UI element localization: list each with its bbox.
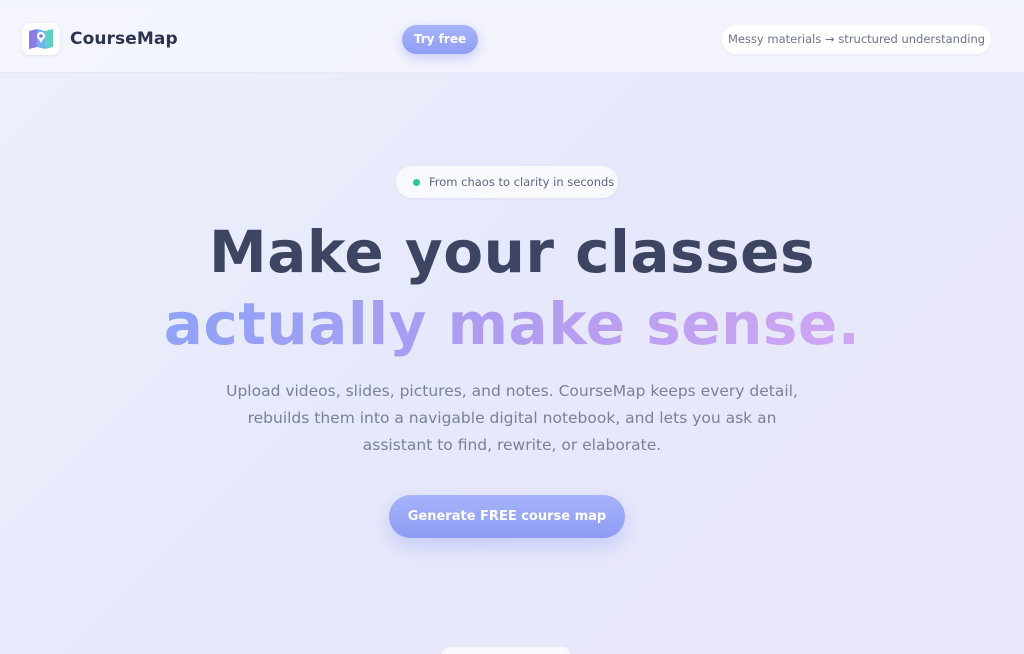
top-strip bbox=[0, 0, 1024, 8]
generate-course-map-button[interactable]: Generate FREE course map bbox=[389, 495, 625, 538]
logo[interactable] bbox=[22, 23, 60, 55]
hero-headline-line1: Make your classes bbox=[209, 218, 815, 286]
status-dot-icon bbox=[413, 179, 420, 186]
hero-headline-line2: actually make sense. bbox=[0, 290, 1024, 358]
try-free-button[interactable]: Try free bbox=[402, 25, 478, 54]
hero-badge: From chaos to clarity in seconds bbox=[396, 166, 618, 198]
hero-headline-gradient-text: actually make sense. bbox=[163, 290, 861, 358]
top-nav: CourseMap Try free Messy materials → str… bbox=[0, 8, 1024, 73]
hero-badge-text: From chaos to clarity in seconds bbox=[429, 175, 615, 189]
tagline-pill: Messy materials → structured understandi… bbox=[722, 25, 991, 54]
brand-name[interactable]: CourseMap bbox=[70, 29, 178, 49]
next-section-peek bbox=[442, 647, 570, 654]
map-pin-icon bbox=[29, 29, 53, 49]
hero-description: Upload videos, slides, pictures, and not… bbox=[226, 382, 798, 454]
